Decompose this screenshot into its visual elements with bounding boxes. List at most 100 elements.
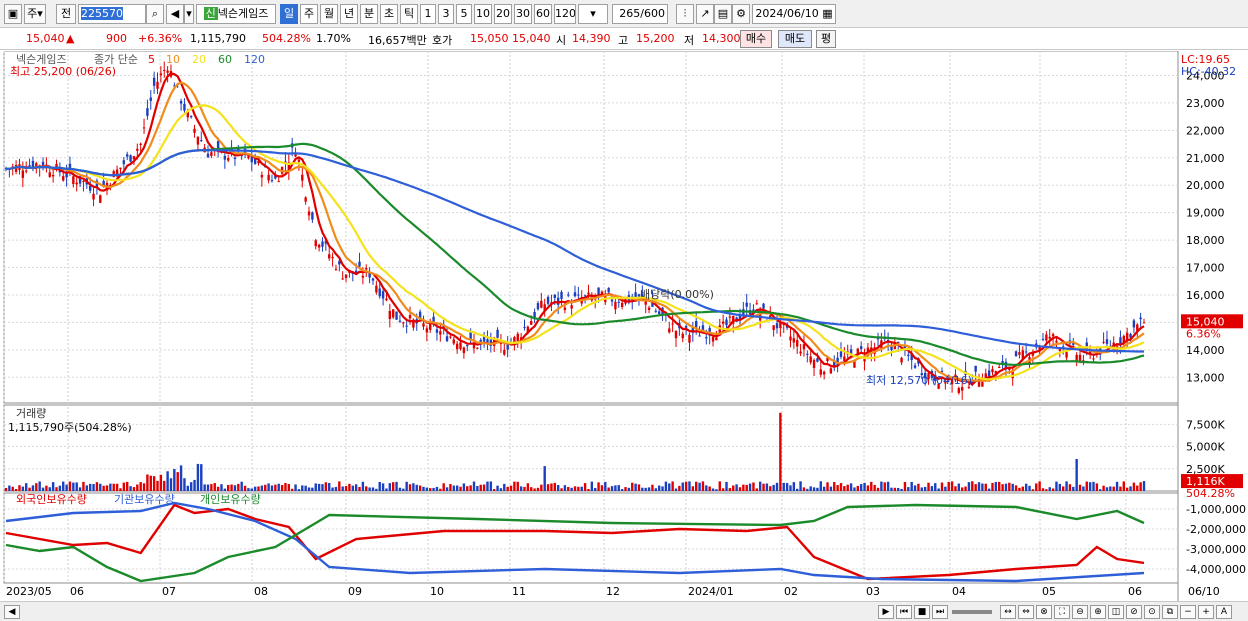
speed-slider[interactable] — [952, 610, 992, 614]
candle-body — [1092, 358, 1095, 360]
rewind-icon[interactable]: ⏮ — [896, 605, 912, 619]
tool-icon-9[interactable]: ⊙ — [1144, 605, 1160, 619]
scroll-left-icon[interactable]: ◀ — [4, 605, 20, 619]
speaker-icon[interactable]: ◀ — [166, 4, 184, 24]
draw-tool-icon[interactable]: ↗ — [696, 4, 714, 24]
volume-bar — [82, 481, 85, 491]
tool-icon-6[interactable]: ⊕ — [1090, 605, 1106, 619]
fast-forward-icon[interactable]: ⏭ — [932, 605, 948, 619]
data-count-field[interactable]: 265/600 — [612, 4, 668, 24]
interval-3[interactable]: 3 — [438, 4, 454, 24]
volume-bar — [1122, 481, 1125, 491]
stock-name-field[interactable]: 신 넥슨게임즈 — [196, 4, 276, 24]
candle-body — [974, 365, 977, 372]
volume-bar — [472, 481, 476, 491]
candle-body — [179, 100, 183, 104]
volume-bar — [274, 484, 277, 491]
font-size-icon[interactable]: A — [1216, 605, 1232, 619]
volume-bar — [304, 485, 307, 491]
volume-bar — [1021, 486, 1024, 491]
save-icon[interactable]: ▤ — [714, 4, 732, 24]
volume-bar — [284, 482, 287, 491]
stop-icon[interactable]: ■ — [914, 605, 930, 619]
horizontal-scrollbar[interactable]: ◀ ▶ ⏮ ■ ⏭ ↔ ⇔ ⊗ ⛶ ⊖ ⊕ ◫ ⊘ ⊙ ⧉ − + A — [0, 601, 1248, 621]
tool-icon-3[interactable]: ⊗ — [1036, 605, 1052, 619]
candle-body — [792, 338, 796, 343]
candle-body — [536, 303, 540, 310]
zoom-out-icon[interactable]: − — [1180, 605, 1196, 619]
candle-body — [398, 320, 402, 322]
interval-1[interactable]: 1 — [420, 4, 436, 24]
volume-bar — [126, 481, 129, 491]
volume-bar — [998, 481, 1001, 491]
period-year[interactable]: 년 — [340, 4, 358, 24]
volume-bar — [711, 488, 715, 491]
tool-icon-5[interactable]: ⊖ — [1072, 605, 1088, 619]
scroll-right-icon[interactable]: ▶ — [878, 605, 894, 619]
volume-bar — [250, 488, 253, 491]
candle-body — [358, 261, 361, 267]
volume-bar — [732, 485, 735, 491]
volume-bar — [418, 485, 422, 491]
fit-icon[interactable]: ⛶ — [1054, 605, 1070, 619]
volume-bar — [967, 482, 971, 491]
volume-bar — [408, 484, 412, 491]
volume-bar — [264, 484, 267, 491]
volume-bar — [876, 487, 880, 491]
interval-5[interactable]: 5 — [456, 4, 472, 24]
period-tick[interactable]: 틱 — [400, 4, 418, 24]
holding-tick-label: -1,000,000 — [1186, 503, 1246, 516]
period-month[interactable]: 월 — [320, 4, 338, 24]
period-second[interactable]: 초 — [380, 4, 398, 24]
tool-icon-2[interactable]: ⇔ — [1018, 605, 1034, 619]
candle-body — [806, 353, 809, 355]
interval-10[interactable]: 10 — [474, 4, 492, 24]
candle-body — [459, 342, 462, 349]
tool-icon-7[interactable]: ◫ — [1108, 605, 1124, 619]
volume-bar — [657, 485, 661, 491]
tool-icon-8[interactable]: ⊘ — [1126, 605, 1142, 619]
period-week[interactable]: 주 — [300, 4, 318, 24]
interval-120[interactable]: 120 — [554, 4, 576, 24]
tool-icon-10[interactable]: ⧉ — [1162, 605, 1178, 619]
volume-bar — [55, 487, 58, 491]
chevron-down-icon[interactable]: ▾ — [184, 4, 194, 24]
volume-bar — [1041, 488, 1045, 491]
volume-bar — [4, 487, 8, 491]
period-day[interactable]: 일 — [280, 4, 298, 24]
stock-code-input[interactable]: 225570 — [78, 4, 146, 24]
candle-type-icon[interactable]: ⫶ — [676, 4, 694, 24]
custom-interval-select[interactable]: ▾ — [578, 4, 608, 24]
interval-60[interactable]: 60 — [534, 4, 552, 24]
candle-body — [142, 127, 146, 129]
candle-body — [839, 351, 843, 357]
chart-background — [0, 51, 1248, 601]
volume-bar — [58, 485, 62, 491]
candle-body — [334, 268, 338, 270]
x-axis-label: 09 — [348, 585, 362, 598]
holding-legend-0: 외국인보유수량 — [16, 493, 87, 506]
date-field[interactable]: 2024/06/10 ▦ — [752, 4, 836, 24]
period-minute[interactable]: 분 — [360, 4, 378, 24]
sell-button[interactable]: 매도 — [778, 30, 812, 48]
interval-20[interactable]: 20 — [494, 4, 512, 24]
prev-button[interactable]: 전 — [56, 4, 76, 24]
buy-button[interactable]: 매수 — [740, 30, 772, 48]
market-type-select[interactable]: 주▾ — [24, 4, 46, 24]
gear-icon[interactable]: ⚙ — [732, 4, 750, 24]
volume-bar — [257, 486, 260, 491]
volume-bar — [772, 484, 775, 491]
interval-30[interactable]: 30 — [514, 4, 532, 24]
data-count-total: /600 — [640, 7, 665, 20]
chart-svg[interactable]: 24,00023,00022,00021,00020,00019,00018,0… — [0, 50, 1248, 601]
candle-body — [546, 296, 550, 304]
zoom-in-icon[interactable]: + — [1198, 605, 1214, 619]
layout-icon[interactable]: ▣ — [4, 4, 22, 24]
evaluate-button[interactable]: 평 — [816, 30, 836, 48]
volume-bar — [725, 481, 728, 491]
candle-body — [146, 108, 149, 116]
search-icon[interactable]: ⌕ — [146, 4, 164, 24]
tool-icon-1[interactable]: ↔ — [1000, 605, 1016, 619]
ma-period-20: 20 — [192, 53, 206, 66]
candle-body — [75, 182, 78, 185]
